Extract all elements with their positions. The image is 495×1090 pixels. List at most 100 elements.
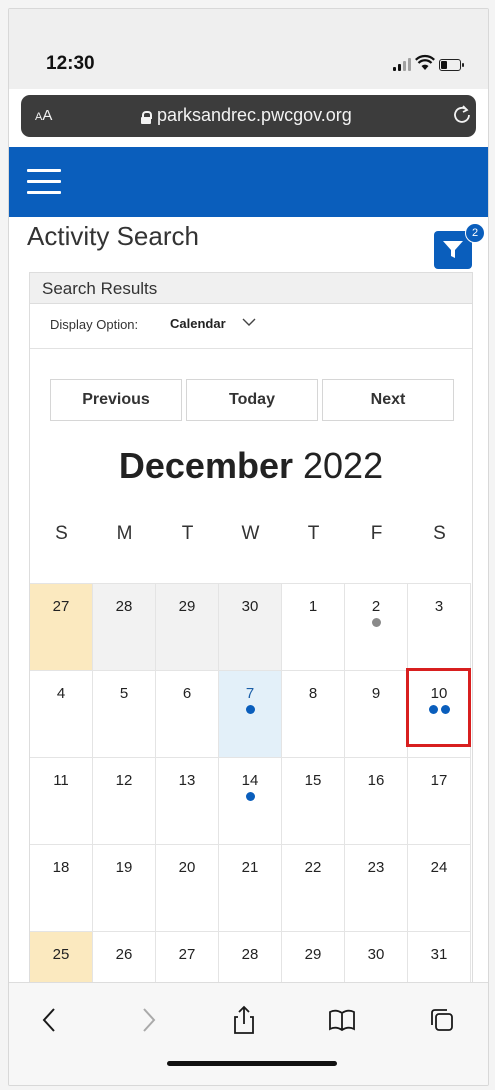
calendar-day-3[interactable]: 3: [408, 583, 471, 670]
forward-icon[interactable]: [133, 1005, 163, 1035]
share-icon[interactable]: [229, 1005, 259, 1035]
day-number: 22: [304, 859, 322, 876]
calendar-day-20[interactable]: 20: [156, 844, 219, 931]
weekday-header: W: [241, 523, 260, 544]
day-number: 6: [182, 685, 192, 702]
day-number: 21: [241, 859, 259, 876]
day-number: 8: [308, 685, 318, 702]
day-number: 2: [371, 598, 381, 615]
month-year: 2022: [303, 445, 384, 486]
day-number: 9: [371, 685, 381, 702]
day-number: 18: [52, 859, 70, 876]
calendar-day-12[interactable]: 12: [93, 757, 156, 844]
calendar-day-1[interactable]: 1: [282, 583, 345, 670]
day-number: 29: [304, 946, 322, 963]
event-indicators: [219, 705, 281, 714]
weekday-header: M: [116, 523, 133, 544]
calendar-day-11[interactable]: 11: [30, 757, 93, 844]
calendar-day-8[interactable]: 8: [282, 670, 345, 757]
calendar-day-28[interactable]: 28: [93, 583, 156, 670]
weekday-header: T: [181, 523, 194, 544]
previous-month-button[interactable]: Previous: [50, 379, 182, 421]
calendar-day-2[interactable]: 2: [345, 583, 408, 670]
address-bar[interactable]: AA parksandrec.pwcgov.org: [21, 95, 476, 137]
url-text: parksandrec.pwcgov.org: [157, 105, 352, 125]
day-number: 26: [115, 946, 133, 963]
day-number: 19: [115, 859, 133, 876]
day-number: 5: [119, 685, 129, 702]
url-field[interactable]: parksandrec.pwcgov.org: [141, 105, 352, 126]
day-number: 27: [52, 598, 70, 615]
chevron-down-icon[interactable]: [242, 317, 256, 327]
event-dot: [245, 792, 255, 801]
battery-icon: [439, 59, 464, 71]
next-month-button[interactable]: Next: [322, 379, 454, 421]
weekday-header: F: [370, 523, 383, 544]
calendar-day-9[interactable]: 9: [345, 670, 408, 757]
status-bar: 12:30: [9, 9, 488, 89]
day-number: 17: [430, 772, 448, 789]
day-number: 27: [178, 946, 196, 963]
calendar-day-30[interactable]: 30: [219, 583, 282, 670]
filter-icon: [443, 241, 463, 258]
calendar-day-7[interactable]: 7: [219, 670, 282, 757]
calendar-day-22[interactable]: 22: [282, 844, 345, 931]
day-number: 25: [52, 946, 70, 963]
day-number: 31: [430, 946, 448, 963]
tabs-icon[interactable]: [427, 1005, 457, 1035]
day-number: 30: [241, 598, 259, 615]
calendar-day-14[interactable]: 14: [219, 757, 282, 844]
site-header: [9, 147, 488, 217]
day-number: 28: [115, 598, 133, 615]
wifi-icon: [415, 54, 435, 70]
calendar-day-29[interactable]: 29: [156, 583, 219, 670]
display-option-label: Display Option:: [50, 317, 139, 332]
reload-icon[interactable]: [451, 103, 473, 127]
day-number: 20: [178, 859, 196, 876]
event-indicators: [219, 792, 281, 801]
day-number: 13: [178, 772, 196, 789]
calendar-day-15[interactable]: 15: [282, 757, 345, 844]
day-number: 23: [367, 859, 385, 876]
calendar-day-27[interactable]: 27: [30, 583, 93, 670]
month-name: December: [118, 445, 293, 486]
calendar-day-23[interactable]: 23: [345, 844, 408, 931]
back-icon[interactable]: [35, 1005, 65, 1035]
text-size-button[interactable]: AA: [35, 107, 52, 124]
calendar-day-19[interactable]: 19: [93, 844, 156, 931]
browser-toolbar: [9, 982, 488, 1085]
results-header: Search Results: [30, 273, 472, 304]
weekday-header: S: [55, 523, 68, 544]
hamburger-menu-icon[interactable]: [27, 169, 61, 195]
day-number: 15: [304, 772, 322, 789]
event-dot: [371, 618, 381, 627]
calendar-day-24[interactable]: 24: [408, 844, 471, 931]
weekday-header: T: [307, 523, 320, 544]
day-number: 12: [115, 772, 133, 789]
event-dot: [245, 705, 255, 714]
calendar-day-21[interactable]: 21: [219, 844, 282, 931]
calendar-day-6[interactable]: 6: [156, 670, 219, 757]
today-button[interactable]: Today: [186, 379, 318, 421]
bookmarks-icon[interactable]: [327, 1005, 357, 1035]
page-title: Activity Search: [27, 221, 199, 251]
day-number: 14: [241, 772, 259, 789]
day-number: 7: [245, 685, 255, 702]
calendar-day-17[interactable]: 17: [408, 757, 471, 844]
display-option-row[interactable]: Display Option: Calendar: [30, 304, 472, 349]
calendar-day-4[interactable]: 4: [30, 670, 93, 757]
selected-day-highlight: [406, 668, 471, 747]
calendar-day-16[interactable]: 16: [345, 757, 408, 844]
phone-screen: 12:30 AA parksandrec.pwcgov.org Activity…: [8, 8, 489, 1086]
weekday-header: S: [433, 523, 446, 544]
event-indicators: [345, 618, 407, 627]
calendar-day-13[interactable]: 13: [156, 757, 219, 844]
calendar-day-18[interactable]: 18: [30, 844, 93, 931]
results-heading: Search Results: [42, 279, 158, 298]
display-option-value[interactable]: Calendar: [170, 316, 226, 331]
home-indicator: [167, 1061, 337, 1066]
day-number: 28: [241, 946, 259, 963]
calendar-day-5[interactable]: 5: [93, 670, 156, 757]
signal-icon: [393, 57, 413, 71]
day-number: 1: [308, 598, 318, 615]
